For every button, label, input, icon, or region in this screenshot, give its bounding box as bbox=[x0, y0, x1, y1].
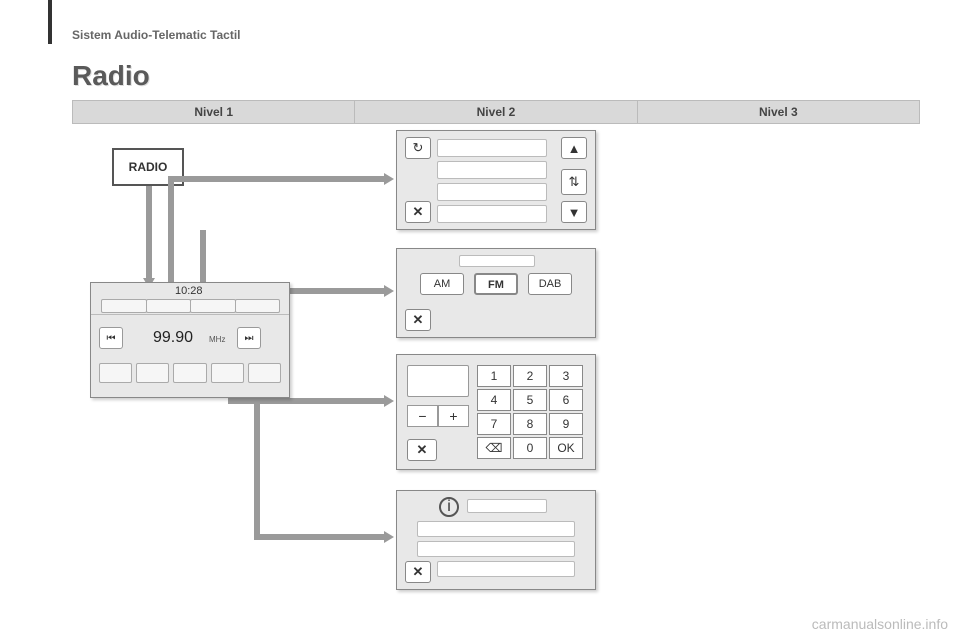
frequency-keypad-panel: − + ✕ 1 2 3 4 5 6 7 8 9 ⌫ 0 OK bbox=[396, 354, 596, 470]
connector bbox=[254, 534, 384, 540]
info-line bbox=[417, 521, 575, 537]
close-button[interactable]: ✕ bbox=[407, 439, 437, 461]
watermark: carmanualsonline.info bbox=[812, 616, 948, 632]
preset-slot[interactable] bbox=[248, 363, 281, 383]
numeric-keypad: 1 2 3 4 5 6 7 8 9 ⌫ 0 OK bbox=[477, 365, 583, 459]
key-3[interactable]: 3 bbox=[549, 365, 583, 387]
arrow-right-icon bbox=[384, 531, 394, 543]
down-icon: ▼ bbox=[568, 205, 581, 220]
key-7[interactable]: 7 bbox=[477, 413, 511, 435]
tune-step-group: − + bbox=[407, 405, 469, 427]
panel-title-slot bbox=[459, 255, 535, 267]
main-mid-row: ⏮ 99.90 MHz ⏭ bbox=[91, 315, 289, 359]
refresh-button[interactable]: ↻ bbox=[405, 137, 431, 159]
level-3-header: Nivel 3 bbox=[638, 101, 919, 123]
list-item[interactable] bbox=[437, 139, 547, 157]
section-header: Sistem Audio-Telematic Tactil bbox=[72, 28, 240, 42]
tab[interactable] bbox=[101, 299, 147, 313]
scroll-up-button[interactable]: ▲ bbox=[561, 137, 587, 159]
freq-up-button[interactable]: + bbox=[438, 405, 469, 427]
close-button[interactable]: ✕ bbox=[405, 309, 431, 331]
prev-track-button[interactable]: ⏮ bbox=[99, 327, 123, 349]
info-line bbox=[417, 541, 575, 557]
level-header: Nivel 1 Nivel 2 Nivel 3 bbox=[72, 100, 920, 124]
close-icon: ✕ bbox=[413, 564, 424, 580]
info-line bbox=[437, 561, 575, 577]
close-icon: ✕ bbox=[413, 204, 424, 220]
key-6[interactable]: 6 bbox=[549, 389, 583, 411]
connector bbox=[168, 176, 384, 182]
freq-down-button[interactable]: − bbox=[407, 405, 438, 427]
frequency-display: 99.90 bbox=[153, 329, 193, 347]
preset-slot[interactable] bbox=[136, 363, 169, 383]
main-top-row: 10:28 bbox=[91, 283, 289, 315]
page-title: Radio bbox=[72, 60, 150, 92]
key-8[interactable]: 8 bbox=[513, 413, 547, 435]
up-icon: ▲ bbox=[568, 141, 581, 156]
frequency-unit: MHz bbox=[209, 335, 225, 344]
left-accent-bar bbox=[48, 0, 52, 44]
close-icon: ✕ bbox=[413, 312, 424, 328]
key-0[interactable]: 0 bbox=[513, 437, 547, 459]
info-icon: i bbox=[439, 497, 459, 517]
tab[interactable] bbox=[235, 299, 281, 313]
arrow-right-icon bbox=[384, 395, 394, 407]
scroll-down-button[interactable]: ▼ bbox=[561, 201, 587, 223]
next-icon: ⏭ bbox=[245, 333, 254, 344]
close-button[interactable]: ✕ bbox=[405, 561, 431, 583]
tab[interactable] bbox=[190, 299, 236, 313]
close-button[interactable]: ✕ bbox=[405, 201, 431, 223]
list-item[interactable] bbox=[437, 161, 547, 179]
connector bbox=[254, 398, 260, 538]
clock: 10:28 bbox=[175, 285, 203, 297]
prev-icon: ⏮ bbox=[107, 333, 116, 344]
key-1[interactable]: 1 bbox=[477, 365, 511, 387]
main-radio-screen: 10:28 ⏮ 99.90 MHz ⏭ bbox=[90, 282, 290, 398]
sort-button[interactable]: ⇅ bbox=[561, 169, 587, 195]
level-1-header: Nivel 1 bbox=[73, 101, 355, 123]
arrow-right-icon bbox=[384, 173, 394, 185]
band-dab-button[interactable]: DAB bbox=[528, 273, 572, 295]
band-fm-button[interactable]: FM bbox=[474, 273, 518, 295]
preset-slot[interactable] bbox=[99, 363, 132, 383]
sort-icon: ⇅ bbox=[569, 174, 580, 190]
station-list-panel: ↻ ▲ ⇅ ▼ ✕ bbox=[396, 130, 596, 230]
tab-strip bbox=[101, 299, 279, 313]
key-ok[interactable]: OK bbox=[549, 437, 583, 459]
keypad-display bbox=[407, 365, 469, 397]
info-panel: i ✕ bbox=[396, 490, 596, 590]
preset-slot[interactable] bbox=[211, 363, 244, 383]
band-select-panel: AM FM DAB ✕ bbox=[396, 248, 596, 338]
list-item[interactable] bbox=[437, 205, 547, 223]
refresh-icon: ↻ bbox=[413, 140, 424, 156]
level-2-header: Nivel 2 bbox=[355, 101, 637, 123]
key-backspace[interactable]: ⌫ bbox=[477, 437, 511, 459]
list-item[interactable] bbox=[437, 183, 547, 201]
key-4[interactable]: 4 bbox=[477, 389, 511, 411]
key-5[interactable]: 5 bbox=[513, 389, 547, 411]
arrow-right-icon bbox=[384, 285, 394, 297]
band-row: AM FM DAB bbox=[397, 273, 595, 295]
key-9[interactable]: 9 bbox=[549, 413, 583, 435]
next-track-button[interactable]: ⏭ bbox=[237, 327, 261, 349]
info-title-slot bbox=[467, 499, 547, 513]
band-am-button[interactable]: AM bbox=[420, 273, 464, 295]
preset-row bbox=[91, 359, 289, 387]
connector bbox=[228, 398, 384, 404]
connector bbox=[146, 186, 152, 282]
key-2[interactable]: 2 bbox=[513, 365, 547, 387]
preset-slot[interactable] bbox=[173, 363, 206, 383]
close-icon: ✕ bbox=[417, 442, 428, 458]
tab[interactable] bbox=[146, 299, 192, 313]
